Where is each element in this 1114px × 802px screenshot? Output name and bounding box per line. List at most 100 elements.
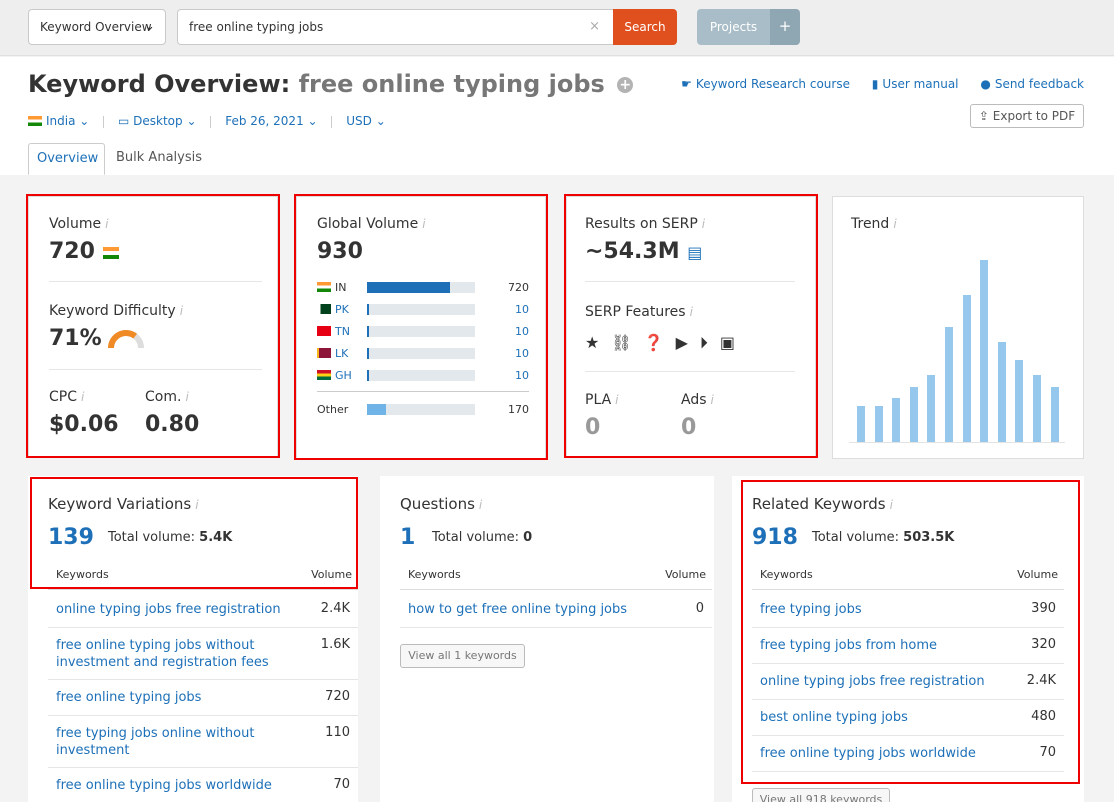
info-icon[interactable]: i — [893, 217, 896, 231]
device-filter-label: Desktop — [133, 114, 183, 128]
send-feedback-link[interactable]: ● Send feedback — [980, 77, 1084, 91]
trend-bar[interactable] — [909, 387, 918, 442]
table-header: Keywords Volume — [752, 560, 1064, 590]
tab-bulk-analysis[interactable]: Bulk Analysis — [108, 143, 210, 175]
country-code-text: GH — [335, 369, 352, 382]
country-volume[interactable]: 10 — [515, 347, 529, 360]
questions-count[interactable]: 1 — [400, 525, 415, 550]
serp-features-label: SERP Features i — [585, 304, 693, 320]
divider — [585, 371, 795, 372]
keyword-link[interactable]: free online typing jobs worldwide — [760, 745, 1002, 762]
country-code: PK — [317, 303, 349, 316]
keyword-link[interactable]: free typing jobs — [760, 601, 1002, 618]
keyword-link[interactable]: how to get free online typing jobs — [408, 601, 650, 618]
variations-total-volume: Total volume: 5.4K — [108, 530, 232, 545]
table-row: free online typing jobs worldwide 70 — [752, 736, 1064, 772]
currency-filter[interactable]: USD ⌄ — [346, 114, 386, 128]
table-row: how to get free online typing jobs 0 — [400, 592, 712, 628]
trend-bar[interactable] — [980, 260, 989, 442]
tab-overview[interactable]: Overview — [28, 143, 105, 175]
clear-icon[interactable]: × — [589, 10, 600, 44]
info-icon[interactable]: i — [195, 498, 198, 512]
search-input[interactable]: free online typing jobs × — [177, 9, 615, 45]
variations-count[interactable]: 139 — [48, 525, 94, 550]
projects-button[interactable]: Projects — [697, 9, 770, 45]
trend-bar[interactable] — [874, 405, 883, 442]
kd-label-text: Keyword Difficulty — [49, 303, 176, 319]
user-manual-link[interactable]: ▮ User manual — [872, 77, 959, 91]
info-icon[interactable]: i — [711, 393, 714, 407]
trend-bar[interactable] — [962, 294, 971, 442]
trend-bar[interactable] — [1050, 387, 1059, 442]
trend-bar[interactable] — [1015, 360, 1024, 442]
keyword-volume: 2.4K — [320, 601, 350, 616]
info-icon[interactable]: i — [615, 393, 618, 407]
table-row: best online typing jobs 480 — [752, 700, 1064, 736]
export-pdf-button[interactable]: ⇪ Export to PDF — [970, 104, 1084, 128]
keyword-link[interactable]: best online typing jobs — [760, 709, 1002, 726]
view-all-questions-button[interactable]: View all 1 keywords — [400, 644, 525, 668]
serp-snapshot-icon[interactable]: ▤ — [687, 243, 702, 262]
keyword-course-link[interactable]: ☛ Keyword Research course — [681, 77, 850, 91]
divider — [103, 115, 105, 128]
india-flag-icon — [28, 116, 42, 126]
trend-bar[interactable] — [1033, 374, 1041, 442]
keyword-link[interactable]: free typing jobs from home — [760, 637, 1002, 654]
info-icon[interactable]: i — [422, 217, 425, 231]
col-volume: Volume — [311, 568, 352, 581]
date-filter[interactable]: Feb 26, 2021 ⌄ — [225, 114, 317, 128]
results-serp-number: ~54.3M — [585, 239, 680, 264]
keyword-link[interactable]: free online typing jobs — [56, 689, 296, 706]
info-icon[interactable]: i — [180, 304, 183, 318]
info-icon[interactable]: i — [702, 217, 705, 231]
country-row: LK 10 — [317, 347, 529, 361]
col-keywords: Keywords — [56, 568, 109, 581]
results-serp-label: Results on SERP i — [585, 216, 705, 232]
info-icon[interactable]: i — [185, 390, 188, 404]
trend-bar[interactable] — [997, 341, 1006, 442]
keyword-link[interactable]: free online typing jobs worldwide — [56, 777, 296, 794]
trend-bar[interactable] — [892, 398, 901, 442]
keyword-link[interactable]: online typing jobs free registration — [760, 673, 1002, 690]
trend-bar[interactable] — [927, 374, 936, 442]
country-volume[interactable]: 10 — [515, 303, 529, 316]
page-title: Keyword Overview: free online typing job… — [28, 70, 634, 98]
keyword-link[interactable]: free typing jobs online without investme… — [56, 725, 296, 759]
table-row: free online typing jobs without investme… — [48, 628, 358, 680]
keyword-volume: 390 — [1031, 601, 1056, 616]
keyword-variations-panel: Keyword Variations i 139 Total volume: 5.… — [28, 476, 358, 802]
pk-flag-icon — [317, 304, 331, 314]
pla-label-text: PLA — [585, 392, 612, 408]
trend-bar[interactable] — [945, 327, 953, 442]
country-volume: 720 — [508, 281, 529, 294]
questions-title: Questions i — [400, 495, 482, 513]
country-bar-fill — [367, 404, 387, 415]
cpc-label-text: CPC — [49, 389, 77, 405]
country-volume[interactable]: 10 — [515, 369, 529, 382]
table-row: free online typing jobs worldwide 70 — [48, 768, 358, 802]
country-filter[interactable]: India ⌄ — [28, 114, 89, 128]
country-volume[interactable]: 10 — [515, 325, 529, 338]
global-volume-label: Global Volume i — [317, 216, 426, 232]
table-row: online typing jobs free registration 2.4K — [752, 664, 1064, 700]
keyword-link[interactable]: free online typing jobs without investme… — [56, 637, 296, 671]
add-project-button[interactable]: + — [770, 9, 800, 45]
device-filter[interactable]: ▭ Desktop ⌄ — [118, 114, 197, 128]
view-all-related-button[interactable]: View all 918 keywords — [752, 788, 890, 802]
info-icon[interactable]: i — [105, 217, 108, 231]
related-count[interactable]: 918 — [752, 525, 798, 550]
info-icon[interactable]: i — [479, 498, 482, 512]
search-button[interactable]: Search — [613, 9, 677, 45]
country-code-text: TN — [335, 325, 350, 338]
trend-card: Trend i — [832, 196, 1084, 459]
country-bar-fill — [367, 370, 370, 381]
add-keyword-icon[interactable]: + — [617, 77, 634, 93]
database-select[interactable]: Keyword Overview ⌄ — [28, 9, 166, 45]
info-icon[interactable]: i — [81, 390, 84, 404]
keyword-volume: 720 — [325, 689, 350, 704]
desktop-icon: ▭ — [118, 114, 134, 128]
keyword-link[interactable]: online typing jobs free registration — [56, 601, 296, 618]
trend-bar[interactable] — [857, 405, 865, 442]
info-icon[interactable]: i — [890, 498, 893, 512]
info-icon[interactable]: i — [690, 305, 693, 319]
